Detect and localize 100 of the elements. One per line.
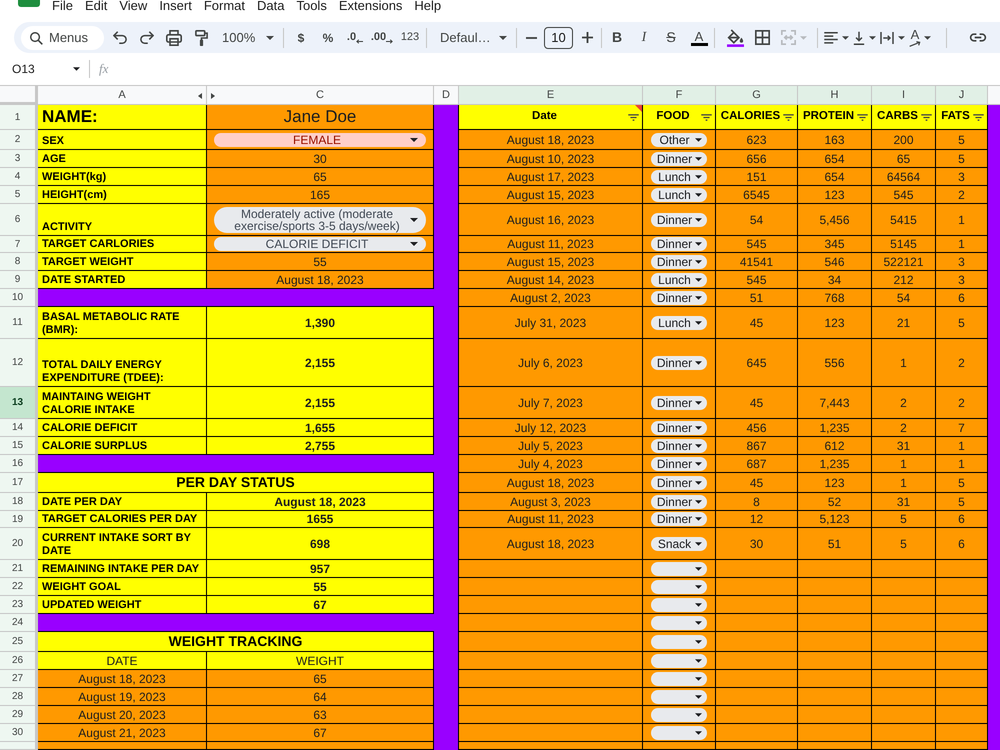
percent-button[interactable]: % <box>316 26 340 50</box>
food-dropdown[interactable]: Dinner <box>651 152 707 166</box>
right-triangle-icon[interactable] <box>211 93 215 99</box>
caret-icon <box>695 320 702 324</box>
table-cell: 5 <box>936 150 988 168</box>
app-logo-icon[interactable] <box>18 0 40 7</box>
column-header[interactable]: C <box>207 86 434 105</box>
dropdown-chip[interactable]: CALORIE DEFICIT <box>214 237 426 251</box>
row-header[interactable]: 8 <box>0 253 38 271</box>
value-cell: 55 <box>207 578 434 596</box>
menus-search-field[interactable]: Menus <box>21 26 104 50</box>
menu-item[interactable]: File <box>52 0 73 12</box>
menu-item[interactable]: Format <box>204 0 245 12</box>
filter-icon[interactable] <box>857 114 868 120</box>
food-dropdown[interactable]: Dinner <box>651 456 707 470</box>
menu-item[interactable]: View <box>119 0 148 12</box>
filter-icon[interactable] <box>783 114 794 120</box>
text-rotation-button[interactable]: A <box>906 26 934 50</box>
menu-item[interactable]: Tools <box>296 0 327 12</box>
row-header[interactable]: 29 <box>0 706 38 724</box>
row-header[interactable]: 3 <box>0 150 38 168</box>
food-dropdown[interactable]: Lunch <box>651 272 707 286</box>
food-dropdown[interactable]: Dinner <box>651 494 707 508</box>
table-cell: 30 <box>716 528 798 560</box>
menu-item[interactable]: Extensions <box>338 0 402 12</box>
dropdown-chip[interactable]: Moderately active (moderate exercise/sports 3-5 days/week) <box>214 206 426 232</box>
row-header[interactable]: 19 <box>0 511 38 528</box>
filter-icon[interactable] <box>973 114 984 120</box>
column-header[interactable]: I <box>872 86 936 105</box>
bold-button[interactable]: B <box>605 26 629 50</box>
zoom-dropdown[interactable]: 100% <box>216 26 278 50</box>
row-header[interactable]: 17 <box>0 473 38 493</box>
row-header[interactable]: 4 <box>0 168 38 186</box>
text-color-button[interactable]: A <box>687 26 711 50</box>
row-header[interactable]: 28 <box>0 688 38 706</box>
food-dropdown[interactable]: Dinner <box>651 254 707 268</box>
column-header[interactable]: D <box>434 86 459 105</box>
increase-decimal-button[interactable]: .00 <box>370 26 394 50</box>
row-header[interactable]: 27 <box>0 670 38 688</box>
menu-item[interactable]: Insert <box>159 0 192 12</box>
row-header[interactable]: 11 <box>0 307 38 339</box>
row-header[interactable]: 24 <box>0 614 38 632</box>
row-header[interactable]: 10 <box>0 289 38 307</box>
column-header[interactable]: F <box>643 86 716 105</box>
row-header[interactable]: 15 <box>0 437 38 455</box>
row-header[interactable]: 9 <box>0 271 38 289</box>
italic-button[interactable]: I <box>632 26 656 50</box>
row-header[interactable]: 7 <box>0 236 38 253</box>
currency-button[interactable]: $ <box>289 26 313 50</box>
font-size-field[interactable]: 10 <box>544 26 573 48</box>
column-header[interactable]: A <box>38 86 207 105</box>
row-header[interactable]: 6 <box>0 204 38 236</box>
row-header[interactable]: 16 <box>0 455 38 473</box>
row-header[interactable]: 20 <box>0 528 38 560</box>
food-dropdown[interactable]: Snack <box>651 536 707 550</box>
row-header[interactable]: 13 <box>0 387 38 419</box>
cell-name-field[interactable]: O13 <box>12 59 80 79</box>
row-header[interactable]: 2 <box>0 130 38 150</box>
row-header[interactable]: 5 <box>0 186 38 204</box>
section-header: PER DAY STATUS <box>38 473 434 493</box>
food-dropdown[interactable]: Dinner <box>651 420 707 434</box>
filter-icon[interactable] <box>701 114 712 120</box>
column-header[interactable]: H <box>798 86 872 105</box>
filter-icon[interactable] <box>628 114 639 120</box>
food-dropdown[interactable]: Dinner <box>651 438 707 452</box>
food-dropdown[interactable]: Other <box>651 132 707 146</box>
food-dropdown[interactable]: Dinner <box>651 396 707 410</box>
food-dropdown[interactable]: Dinner <box>651 476 707 490</box>
row-header[interactable]: 14 <box>0 419 38 437</box>
column-header[interactable]: E <box>459 86 643 105</box>
food-dropdown[interactable]: Lunch <box>651 188 707 202</box>
dropdown-chip[interactable]: FEMALE <box>214 132 426 146</box>
food-dropdown[interactable]: Lunch <box>651 316 707 330</box>
row-header[interactable]: 22 <box>0 578 38 596</box>
row-header[interactable]: 18 <box>0 493 38 511</box>
strikethrough-button[interactable]: S <box>659 26 683 50</box>
row-header[interactable]: 25 <box>0 632 38 652</box>
menu-item[interactable]: Data <box>257 0 284 12</box>
food-dropdown[interactable]: Dinner <box>651 237 707 251</box>
row-header[interactable]: 30 <box>0 724 38 742</box>
row-header[interactable]: 21 <box>0 560 38 578</box>
row-header[interactable]: 12 <box>0 339 38 387</box>
filter-icon[interactable] <box>921 114 932 120</box>
left-triangle-icon[interactable] <box>198 93 202 99</box>
menu-item[interactable]: Help <box>414 0 442 12</box>
row-header[interactable]: 1 <box>0 105 38 130</box>
food-dropdown[interactable]: Dinner <box>651 290 707 304</box>
row-header[interactable]: 23 <box>0 596 38 614</box>
menu-item[interactable]: Edit <box>84 0 108 12</box>
column-header[interactable]: G <box>716 86 798 105</box>
number-format-button[interactable]: 123 <box>397 26 423 50</box>
table-cell: August 18, 2023 <box>38 670 207 688</box>
food-dropdown[interactable]: Lunch <box>651 170 707 184</box>
column-header[interactable]: J <box>936 86 988 105</box>
food-dropdown[interactable]: Dinner <box>651 512 707 526</box>
food-dropdown[interactable]: Dinner <box>651 356 707 370</box>
food-dropdown[interactable]: Dinner <box>651 212 707 226</box>
font-dropdown[interactable]: Defaul… <box>432 26 512 50</box>
decrease-decimal-button[interactable]: .0 <box>343 26 367 50</box>
row-header[interactable]: 26 <box>0 652 38 670</box>
